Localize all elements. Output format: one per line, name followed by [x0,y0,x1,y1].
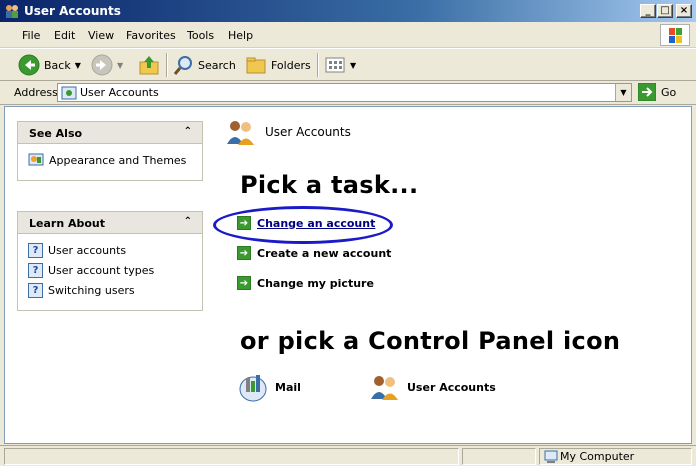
back-dropdown-icon[interactable]: ▼ [75,61,81,70]
up-folder-button[interactable] [138,52,160,78]
windows-logo-icon [660,24,690,46]
cp-icon-label: Mail [275,380,301,394]
address-bar: Address User Accounts ▼ Go [0,81,696,105]
views-icon [325,57,345,73]
user-accounts-icon [227,121,254,145]
content-header-title: User Accounts [265,125,351,139]
window-title: User Accounts [24,4,121,18]
toolbar-separator [317,53,319,77]
search-icon [173,56,192,75]
control-panel-icon [61,86,77,100]
status-pane-main [4,448,459,465]
address-value: User Accounts [80,86,159,99]
task-label: Change my picture [257,276,374,290]
sidebar-item-appearance-themes[interactable]: Appearance and Themes [28,150,202,170]
sidebar-item-label: Appearance and Themes [49,153,187,167]
help-icon: ? [28,242,43,258]
address-dropdown-icon[interactable]: ▼ [615,84,631,101]
menu-tools[interactable]: Tools [187,29,214,42]
task-label: Create a new account [257,246,392,260]
close-button[interactable]: × [676,4,692,18]
back-label: Back [44,58,71,72]
task-arrow-icon: ➔ [237,216,251,230]
learn-about-title: Learn About [29,217,106,230]
task-arrow-icon: ➔ [237,276,251,290]
help-icon: ? [28,282,43,298]
menu-view[interactable]: View [88,29,114,42]
forward-button[interactable]: ▼ [91,52,123,78]
task-change-picture[interactable]: ➔ Change my picture [237,276,374,290]
status-location: My Computer [560,450,635,463]
help-icon: ? [28,262,43,278]
search-label: Search [198,58,236,72]
cp-icon-user-accounts[interactable]: User Accounts [369,373,496,401]
user-accounts-icon [371,376,398,400]
back-arrow-icon [18,54,40,76]
task-create-account[interactable]: ➔ Create a new account [237,246,391,260]
forward-dropdown-icon[interactable]: ▼ [117,61,123,70]
back-button[interactable]: Back ▼ [18,52,81,78]
forward-arrow-icon [91,54,113,76]
toolbar-separator [166,53,168,77]
menu-help[interactable]: Help [228,29,253,42]
go-label: Go [661,85,677,99]
task-arrow-icon: ➔ [237,246,251,260]
up-folder-icon [139,56,159,75]
status-pane-middle [462,448,536,465]
status-bar: My Computer [0,445,696,466]
learn-item-switching-users[interactable]: ? Switching users [28,280,202,300]
title-bar: User Accounts _ □ × [0,0,696,22]
content-header: User Accounts [225,118,351,146]
folders-button[interactable]: Folders [245,52,311,78]
minimize-button[interactable]: _ [640,4,656,18]
learn-item-user-account-types[interactable]: ? User account types [28,260,202,280]
task-label: Change an account [257,216,376,230]
search-button[interactable]: Search [172,52,236,78]
mail-icon [239,375,267,402]
menu-file[interactable]: File [22,29,40,42]
toolbar: Back ▼ ▼ Search Folders ▼ [0,48,696,81]
control-panel-heading: or pick a Control Panel icon [240,327,621,355]
collapse-icon[interactable]: ⌃ [184,126,192,137]
address-label: Address [14,86,58,99]
cp-icon-mail[interactable]: Mail [237,371,301,403]
menu-edit[interactable]: Edit [54,29,75,42]
see-also-panel: See Also ⌃ Appearance and Themes [17,121,203,181]
pick-task-heading: Pick a task... [240,171,419,199]
go-button[interactable]: Go [638,83,676,101]
folders-icon [246,57,266,74]
appearance-themes-icon [28,153,44,166]
address-input[interactable]: User Accounts ▼ [57,83,632,102]
menu-favorites[interactable]: Favorites [126,29,176,42]
learn-item-user-accounts[interactable]: ? User accounts [28,240,202,260]
cp-icon-label: User Accounts [407,380,496,394]
maximize-button[interactable]: □ [657,4,673,18]
learn-item-label: User accounts [48,243,127,257]
learn-item-label: User account types [48,263,155,277]
learn-item-label: Switching users [48,283,135,297]
learn-about-header[interactable]: Learn About ⌃ [18,212,202,234]
user-accounts-icon [4,3,20,19]
see-also-title: See Also [29,127,83,140]
learn-about-panel: Learn About ⌃ ? User accounts ? User acc… [17,211,203,311]
views-button[interactable]: ▼ [324,52,356,78]
folders-label: Folders [271,58,311,72]
collapse-icon[interactable]: ⌃ [184,216,192,227]
task-change-account[interactable]: ➔ Change an account [237,216,375,230]
main-content: See Also ⌃ Appearance and Themes Learn A… [4,106,692,444]
see-also-header[interactable]: See Also ⌃ [18,122,202,144]
go-arrow-icon [638,83,656,101]
my-computer-icon [544,450,558,463]
menu-bar: File Edit View Favorites Tools Help [0,22,696,48]
views-dropdown-icon[interactable]: ▼ [350,61,356,70]
